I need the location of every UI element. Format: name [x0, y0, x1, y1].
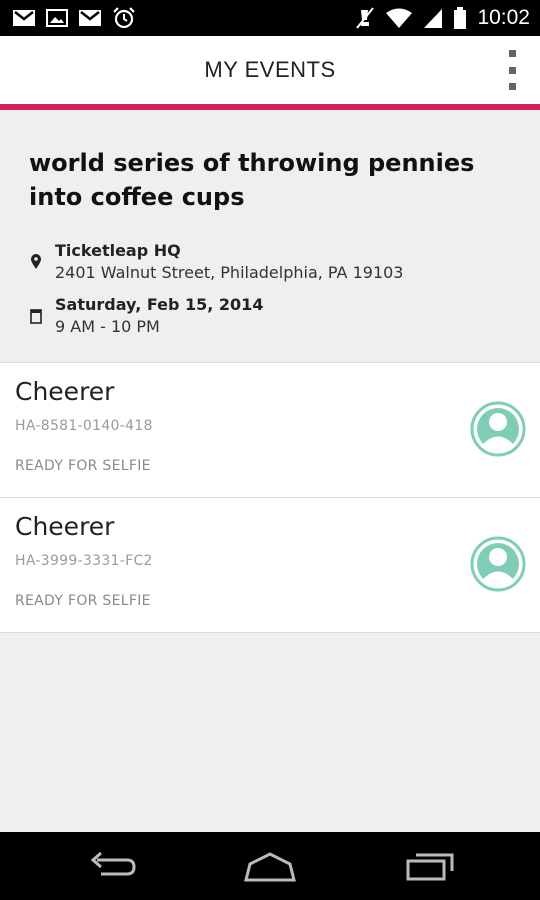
- status-bar: 10:02: [0, 0, 540, 36]
- ticket-name: Cheerer: [15, 512, 115, 541]
- ticket-status: READY FOR SELFIE: [15, 458, 151, 474]
- overflow-menu-icon[interactable]: [502, 50, 522, 90]
- event-date-text: Saturday, Feb 15, 2014: [55, 295, 264, 314]
- back-icon: [90, 851, 136, 876]
- alarm-icon: [113, 7, 135, 29]
- ticket-code: HA-8581-0140-418: [15, 418, 153, 434]
- home-button[interactable]: [240, 846, 300, 886]
- ticket-item[interactable]: Cheerer HA-8581-0140-418 READY FOR SELFI…: [0, 363, 540, 498]
- ticket-item[interactable]: Cheerer HA-3999-3331-FC2 READY FOR SELFI…: [0, 498, 540, 633]
- back-button[interactable]: [82, 846, 142, 886]
- image-icon: [46, 9, 68, 27]
- venue-name: Ticketleap HQ: [55, 241, 181, 260]
- gmail-icon: [13, 10, 35, 26]
- home-icon: [244, 852, 296, 882]
- signal-icon: [424, 9, 443, 28]
- recents-icon: [406, 853, 454, 881]
- event-time-range: 9 AM - 10 PM: [55, 317, 160, 336]
- event-date: Saturday, Feb 15, 2014 9 AM - 10 PM: [29, 294, 263, 338]
- page-title: MY EVENTS: [204, 57, 336, 82]
- location-pin-icon: [31, 254, 41, 269]
- event-title: world series of throwing pennies into co…: [29, 149, 475, 211]
- ticket-status: READY FOR SELFIE: [15, 593, 151, 609]
- ticket-code: HA-3999-3331-FC2: [15, 553, 153, 569]
- clock-time: 10:02: [477, 6, 530, 29]
- navigation-bar: [0, 832, 540, 900]
- calendar-icon: [30, 309, 42, 324]
- avatar-icon[interactable]: [470, 401, 526, 457]
- ticket-name: Cheerer: [15, 377, 115, 406]
- avatar-icon[interactable]: [470, 536, 526, 592]
- recents-button[interactable]: [400, 846, 460, 886]
- wifi-icon: [386, 8, 413, 28]
- venue-address: 2401 Walnut Street, Philadelphia, PA 191…: [55, 263, 404, 282]
- mute-icon: [356, 7, 375, 29]
- action-bar: MY EVENTS: [0, 36, 540, 104]
- event-header: world series of throwing pennies into co…: [0, 110, 540, 362]
- battery-icon: [454, 7, 467, 29]
- event-location: Ticketleap HQ 2401 Walnut Street, Philad…: [29, 240, 403, 284]
- gmail-icon: [79, 10, 101, 26]
